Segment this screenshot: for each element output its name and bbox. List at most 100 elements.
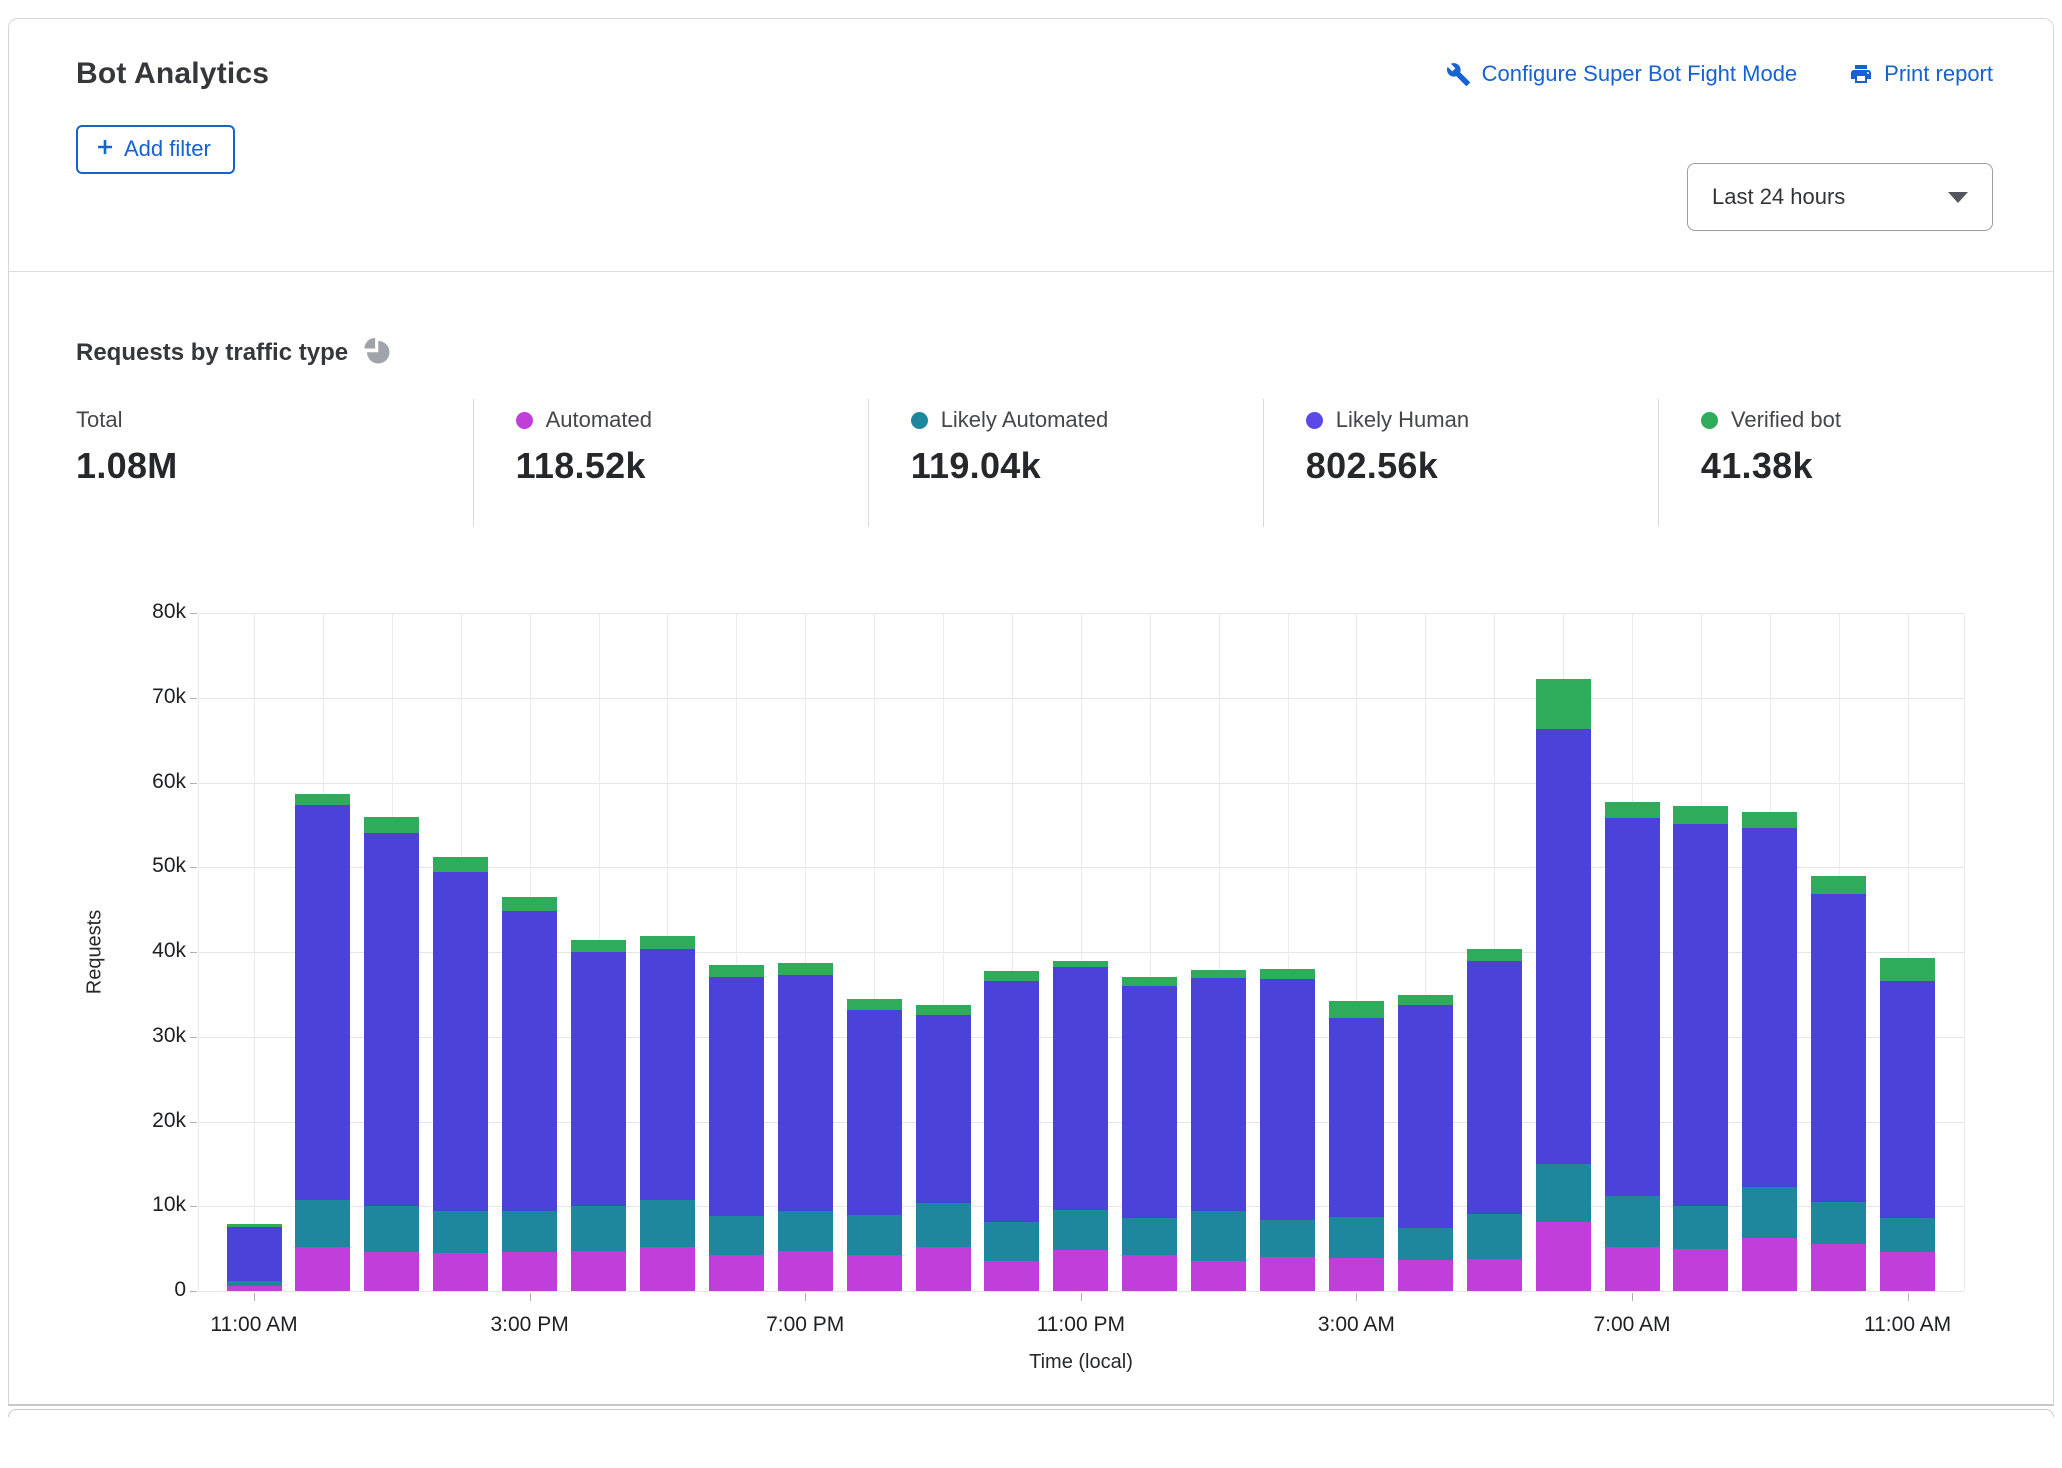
stat-label: Likely Automated	[941, 407, 1109, 433]
configure-link-label: Configure Super Bot Fight Mode	[1482, 61, 1798, 87]
legend-dot	[1306, 412, 1323, 429]
segment-likely-automated	[1605, 1196, 1660, 1247]
x-tick-mark	[530, 1293, 531, 1301]
segment-automated	[916, 1247, 971, 1291]
requests-by-traffic-type-section: Requests by traffic type Total1.08MAutom…	[9, 272, 2053, 1404]
plus-icon	[96, 136, 114, 162]
stat-value: 118.52k	[516, 445, 858, 487]
segment-likely-human	[984, 981, 1039, 1223]
printer-icon	[1849, 62, 1873, 86]
print-report-link[interactable]: Print report	[1849, 61, 1993, 87]
stat-label: Total	[76, 407, 122, 433]
configure-super-bot-fight-mode-link[interactable]: Configure Super Bot Fight Mode	[1446, 61, 1798, 87]
bar-4-00-am[interactable]	[1398, 995, 1453, 1291]
stat-label: Automated	[546, 407, 652, 433]
segment-likely-human	[1122, 986, 1177, 1218]
bar-8-00-pm[interactable]	[847, 999, 902, 1291]
bar-3-00-am[interactable]	[1329, 1001, 1384, 1291]
bar-6-00-pm[interactable]	[709, 965, 764, 1291]
segment-likely-automated	[295, 1200, 350, 1247]
x-tick-mark	[1356, 1293, 1357, 1301]
segment-likely-human	[709, 977, 764, 1215]
bar-10-00-am[interactable]	[1811, 876, 1866, 1291]
add-filter-button[interactable]: Add filter	[76, 125, 235, 174]
segment-likely-automated	[1811, 1202, 1866, 1244]
x-tick-mark	[254, 1293, 255, 1301]
segment-verified-bot	[1329, 1001, 1384, 1018]
x-axis-title: Time (local)	[1029, 1351, 1133, 1374]
segment-automated	[1742, 1238, 1797, 1291]
segment-likely-human	[571, 952, 626, 1206]
bar-12-00-pm[interactable]	[295, 794, 350, 1291]
gridline-v-edge	[1964, 613, 1965, 1291]
segment-likely-automated	[778, 1211, 833, 1252]
segment-likely-human	[1880, 981, 1935, 1218]
segment-automated	[295, 1247, 350, 1291]
bar-2-00-am[interactable]	[1260, 969, 1315, 1291]
segment-likely-human	[1191, 978, 1246, 1210]
stat-verified-bot: Verified bot41.38k	[1658, 399, 2053, 527]
stat-total: Total1.08M	[9, 399, 473, 527]
bar-7-00-am[interactable]	[1605, 802, 1660, 1291]
bar-11-00-pm[interactable]	[1053, 961, 1108, 1291]
bar-11-00-am[interactable]	[1880, 958, 1935, 1291]
segment-verified-bot	[1673, 806, 1728, 824]
segment-verified-bot	[778, 963, 833, 975]
bar-1-00-pm[interactable]	[364, 817, 419, 1291]
segment-automated	[847, 1255, 902, 1291]
bar-8-00-am[interactable]	[1673, 806, 1728, 1291]
segment-verified-bot	[1398, 995, 1453, 1005]
segment-verified-bot	[1811, 876, 1866, 895]
segment-likely-automated	[1260, 1220, 1315, 1257]
y-tick-label: 40k	[36, 939, 186, 963]
bar-5-00-pm[interactable]	[640, 936, 695, 1291]
y-tick-label: 10k	[36, 1193, 186, 1217]
y-tick-label: 60k	[36, 770, 186, 794]
x-tick-label: 11:00 AM	[210, 1313, 297, 1337]
bar-6-00-am[interactable]	[1536, 679, 1591, 1291]
segment-likely-human	[1605, 818, 1660, 1196]
segment-verified-bot	[1467, 949, 1522, 962]
page-title: Bot Analytics	[76, 57, 269, 91]
bar-3-00-pm[interactable]	[502, 897, 557, 1291]
bar-7-00-pm[interactable]	[778, 963, 833, 1291]
bar-11-00-am[interactable]	[227, 1224, 282, 1291]
segment-verified-bot	[709, 965, 764, 978]
segment-automated	[364, 1252, 419, 1291]
time-range-dropdown[interactable]: Last 24 hours	[1687, 163, 1993, 231]
bar-2-00-pm[interactable]	[433, 857, 488, 1291]
segment-likely-human	[364, 833, 419, 1207]
bar-5-00-am[interactable]	[1467, 949, 1522, 1291]
x-tick-label: 11:00 AM	[1864, 1313, 1951, 1337]
y-tick-mark	[190, 783, 197, 784]
segment-verified-bot	[502, 897, 557, 911]
wrench-icon	[1446, 62, 1471, 87]
next-card-top-edge	[8, 1409, 2054, 1417]
segment-likely-automated	[1329, 1217, 1384, 1258]
gridline-h	[198, 1291, 1964, 1292]
segment-likely-automated	[1191, 1211, 1246, 1261]
segment-likely-automated	[433, 1211, 488, 1253]
segment-likely-automated	[640, 1200, 695, 1247]
segment-verified-bot	[295, 794, 350, 805]
segment-verified-bot	[916, 1005, 971, 1015]
segment-verified-bot	[1260, 969, 1315, 979]
bar-12-00-am[interactable]	[1122, 977, 1177, 1291]
segment-verified-bot	[847, 999, 902, 1010]
segment-automated	[1880, 1252, 1935, 1291]
segment-verified-bot	[1053, 961, 1108, 968]
segment-verified-bot	[1536, 679, 1591, 729]
bar-10-00-pm[interactable]	[984, 971, 1039, 1291]
bar-9-00-pm[interactable]	[916, 1005, 971, 1291]
y-tick-label: 70k	[36, 685, 186, 709]
bar-9-00-am[interactable]	[1742, 812, 1797, 1291]
stat-label: Likely Human	[1336, 407, 1469, 433]
x-tick-label: 7:00 PM	[766, 1313, 844, 1337]
y-tick-label: 0	[36, 1278, 186, 1302]
segment-likely-automated	[364, 1206, 419, 1252]
stat-value: 802.56k	[1306, 445, 1648, 487]
bar-4-00-pm[interactable]	[571, 940, 626, 1291]
x-tick-label: 3:00 PM	[490, 1313, 568, 1337]
bar-1-00-am[interactable]	[1191, 970, 1246, 1291]
segment-automated	[709, 1255, 764, 1291]
